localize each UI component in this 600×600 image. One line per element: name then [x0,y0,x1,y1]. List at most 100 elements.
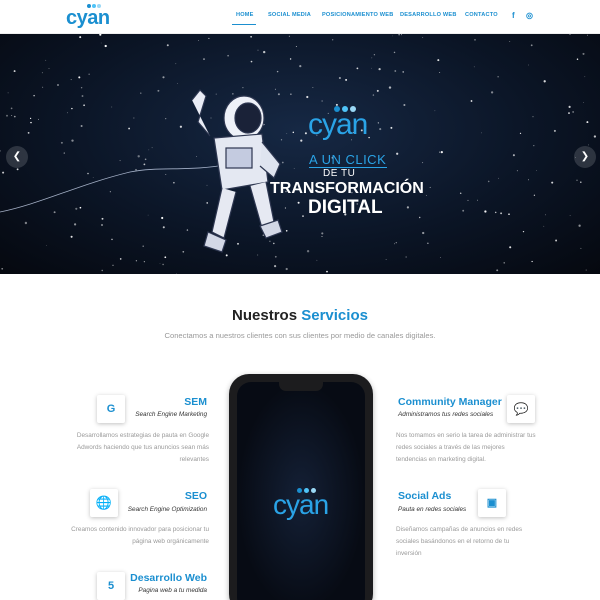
star [143,163,146,166]
nav-item-posicionamiento-web[interactable]: POSICIONAMIENTO WEB [322,12,393,18]
google-icon[interactable]: G [97,395,125,423]
services-subtitle: Conectamos a nuestros clientes con sus c… [164,331,436,340]
star [70,79,72,81]
star [578,224,581,227]
star [583,102,584,103]
star [459,192,462,194]
star [576,179,578,181]
star [406,206,410,209]
nav-item-social-media[interactable]: SOCIAL MEDIA [268,12,311,18]
star [135,168,137,171]
hero-tagline-1: A UN CLICK [309,152,387,167]
star [148,149,150,151]
star [439,257,441,258]
star [302,215,304,217]
star [373,54,376,56]
star [586,121,589,124]
star [250,60,253,63]
star [53,211,56,214]
star [394,243,395,245]
nav-item-home[interactable]: HOME [236,12,254,18]
star [175,63,177,65]
star [356,67,359,70]
phone-mockup: cyan [229,374,373,600]
star [60,141,63,144]
chat-icon[interactable]: 💬 [507,395,535,423]
star [392,35,394,37]
star [543,225,545,227]
slider-prev-button[interactable]: ❮ [6,146,28,168]
slider-next-button[interactable]: ❯ [574,146,596,168]
star [580,247,582,249]
star [165,118,167,120]
star [584,76,586,78]
star [508,213,510,216]
star [332,39,334,41]
star [293,168,295,170]
phone-logo-text: cyan [273,489,329,520]
star [10,107,13,110]
star [588,144,590,146]
service-subtitle-desarrollo-web: Pagina web a tu medida [138,587,207,594]
astronaut-illustration [191,89,283,253]
service-desc-seo: Creamos contenido innovador para posicio… [71,526,209,545]
star [531,260,533,263]
star [73,223,77,226]
star [555,239,558,242]
star [306,95,309,99]
star [532,116,534,118]
star [70,235,73,238]
star [429,186,431,188]
html5-icon[interactable]: 5 [97,572,125,600]
hero-logo-text: cyan [308,108,368,141]
star [13,115,16,118]
nav-item-contacto[interactable]: CONTACTO [465,12,498,18]
star [88,73,90,75]
star [585,269,587,271]
service-desc-community-manager: Nos tomamos en serio la tarea de adminis… [396,432,536,463]
star [528,64,529,66]
star [151,147,153,149]
star [292,131,295,134]
star [30,121,32,124]
star [569,34,571,35]
phone-notch [279,382,323,391]
ads-icon[interactable]: ▣ [478,489,506,517]
globe-icon[interactable]: 🌐 [90,489,118,517]
star [403,103,406,107]
star [593,135,597,138]
star [503,262,505,264]
star [111,106,113,108]
star [536,170,537,171]
star [24,221,28,225]
star [568,105,571,108]
star [422,162,424,164]
star [137,155,140,158]
star [87,172,89,175]
star [467,199,469,201]
star [288,35,290,37]
star [434,110,436,112]
facebook-icon[interactable]: f [512,11,515,20]
star [263,50,266,54]
star [462,209,465,212]
star [143,261,145,263]
star [512,154,515,157]
star [29,117,32,120]
star [402,71,405,73]
logo[interactable]: cyan [66,4,112,29]
star [299,65,302,68]
star [83,104,85,107]
star [101,224,103,226]
star [568,112,570,115]
star [398,34,400,36]
star [257,49,259,51]
star [312,87,314,88]
nav-item-desarrollo-web[interactable]: DESARROLLO WEB [400,12,457,18]
star [2,171,5,174]
instagram-icon[interactable]: ◎ [526,11,533,20]
service-title-desarrollo-web: Desarrollo Web [130,572,207,584]
star [157,89,160,92]
star [16,168,19,171]
star [371,57,373,59]
